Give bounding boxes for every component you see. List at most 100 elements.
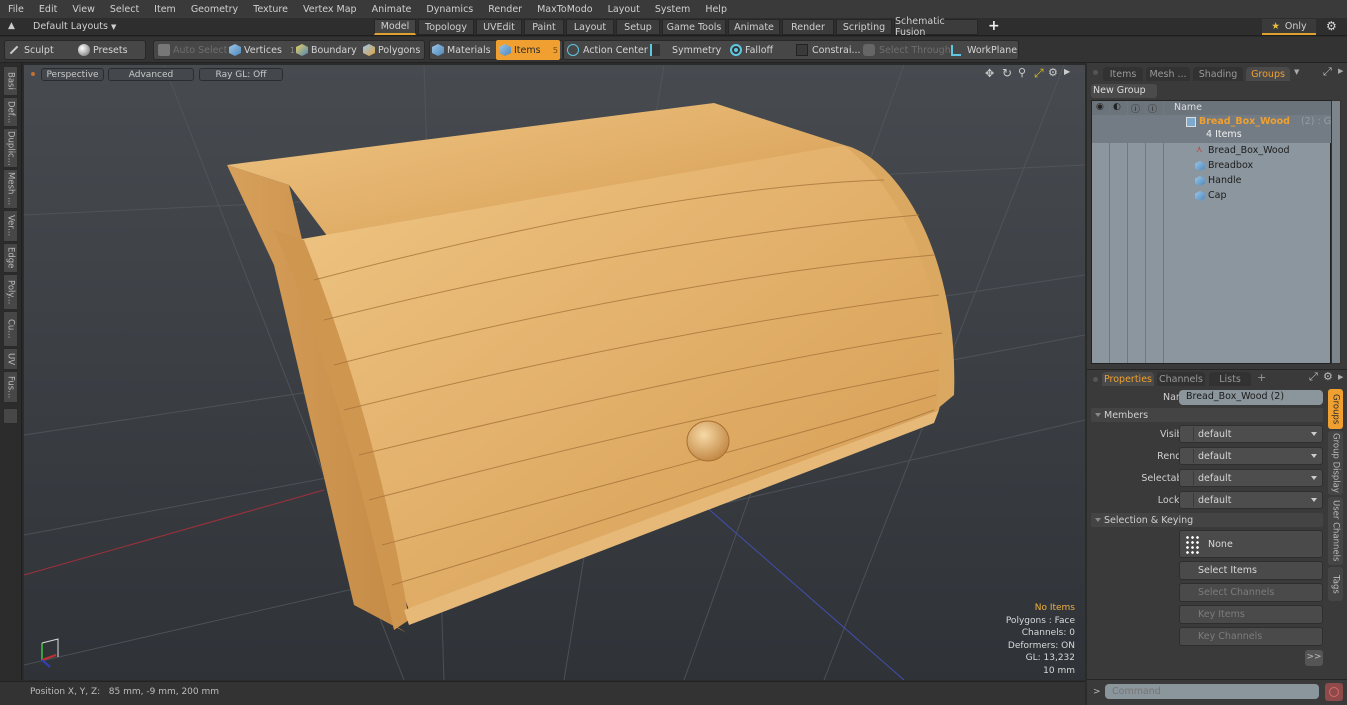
gear-icon[interactable]: ⚙ (1326, 19, 1337, 33)
group-child-row[interactable]: ⋏ Bread_Box_Wood (1092, 144, 1332, 159)
workplane-button[interactable]: WorkPlane (951, 40, 1017, 60)
falloff-button[interactable]: Falloff (730, 40, 773, 60)
select-col-icon[interactable]: ⓘ (1148, 102, 1157, 115)
tab-topology[interactable]: Topology (418, 19, 474, 35)
tab-render[interactable]: Render (782, 19, 834, 35)
key-items-button[interactable]: Key Items (1179, 605, 1323, 624)
tab-animate[interactable]: Animate (728, 19, 780, 35)
tab-curve[interactable]: Cu... (3, 311, 18, 347)
menu-layout[interactable]: Layout (600, 4, 647, 15)
menu-vertex-map[interactable]: Vertex Map (295, 4, 364, 15)
tab-layout[interactable]: Layout (566, 19, 614, 35)
menu-view[interactable]: View (64, 4, 102, 15)
menu-system[interactable]: System (647, 4, 697, 15)
tab-mesh[interactable]: Mesh ... (3, 169, 18, 209)
tab-lists[interactable]: Lists (1209, 372, 1251, 386)
menu-select[interactable]: Select (102, 4, 146, 15)
group-row-selected[interactable]: Bread_Box_Wood (2) : Group 4 Items (1092, 115, 1332, 143)
side-tab-group-display[interactable]: Group Display (1328, 431, 1343, 495)
add-props-tab-button[interactable]: + (1257, 371, 1266, 384)
menu-file[interactable]: File (0, 4, 31, 15)
sculpt-button[interactable]: Sculpt (9, 40, 54, 60)
raygl-button[interactable]: Ray GL: Off (199, 68, 283, 81)
add-layout-tab-button[interactable]: + (988, 18, 1000, 34)
render-col-icon[interactable]: ◐ (1113, 102, 1121, 112)
tab-polygon[interactable]: Poly... (3, 274, 18, 310)
menu-dynamics[interactable]: Dynamics (418, 4, 480, 15)
side-tab-tags[interactable]: Tags (1328, 567, 1343, 601)
menu-edit[interactable]: Edit (31, 4, 64, 15)
more-button[interactable]: >> (1305, 650, 1323, 666)
pan-icon[interactable]: ✥ (985, 67, 994, 80)
menu-animate[interactable]: Animate (364, 4, 419, 15)
expand-props-icon[interactable]: ⤢ (1309, 370, 1318, 384)
select-items-button[interactable]: Select Items (1179, 561, 1323, 580)
tabs-dropdown-icon[interactable]: ▼ (1294, 68, 1299, 76)
tab-properties[interactable]: Properties (1102, 372, 1154, 386)
tab-fusion[interactable]: Fus... (3, 371, 18, 403)
3d-viewport[interactable]: Perspective Advanced Ray GL: Off ✥ ↻ ⚲ ⤢… (24, 65, 1085, 680)
menu-render[interactable]: Render (480, 4, 529, 15)
rotate-icon[interactable]: ↻ (1002, 66, 1012, 80)
visibility-col-icon[interactable]: ◉ (1096, 102, 1104, 112)
materials-button[interactable]: Materials (432, 40, 491, 60)
menu-maxtomodo[interactable]: MaxToModo (529, 4, 600, 15)
shading-mode-button[interactable]: Advanced (108, 68, 194, 81)
tab-uv[interactable]: UV (3, 348, 18, 370)
tab-model[interactable]: Model (374, 19, 416, 35)
keying-section-header[interactable]: Selection & Keying (1091, 513, 1323, 527)
command-input[interactable] (1105, 684, 1319, 699)
tab-setup[interactable]: Setup (616, 19, 660, 35)
tab-channels[interactable]: Channels (1157, 372, 1205, 386)
name-field[interactable]: Bread_Box_Wood (2) (1179, 390, 1323, 405)
panel-menu-dot[interactable] (1093, 70, 1098, 75)
polygons-button[interactable]: Polygons (363, 40, 420, 60)
key-channels-button[interactable]: Key Channels (1179, 627, 1323, 646)
select-through-button[interactable]: Select Through (863, 40, 951, 60)
boundary-button[interactable]: Boundary (296, 40, 357, 60)
side-tab-groups[interactable]: Groups (1328, 389, 1343, 429)
auto-select-button[interactable]: Auto Select (158, 40, 227, 60)
members-section-header[interactable]: Members (1091, 408, 1323, 422)
menu-texture[interactable]: Texture (245, 4, 295, 15)
render-dropdown[interactable]: default (1179, 447, 1323, 465)
presets-button[interactable]: Presets (78, 40, 128, 60)
tab-groups[interactable]: Groups (1246, 67, 1290, 81)
tab-shading[interactable]: Shading (1193, 67, 1243, 81)
props-more-icon[interactable]: ▶ (1338, 373, 1343, 381)
menu-item[interactable]: Item (146, 4, 183, 15)
only-toggle[interactable]: ★ Only (1262, 19, 1316, 35)
panel-more-icon[interactable]: ▶ (1338, 67, 1343, 75)
tab-paint[interactable]: Paint (524, 19, 564, 35)
view-mode-button[interactable]: Perspective (41, 68, 104, 81)
tab-uvedit[interactable]: UVEdit (476, 19, 522, 35)
new-group-button[interactable]: New Group (1091, 84, 1157, 98)
tab-extra[interactable] (3, 408, 18, 424)
action-center-button[interactable]: Action Center (567, 40, 648, 60)
lock-col-icon[interactable]: ⓘ (1131, 102, 1140, 115)
tab-vertex[interactable]: Ver... (3, 210, 18, 242)
tab-duplicate[interactable]: Duplic... (3, 128, 18, 168)
maximize-icon[interactable]: ⤢ (1034, 66, 1044, 81)
tab-game-tools[interactable]: Game Tools (662, 19, 726, 35)
layout-collapse-icon[interactable]: ▲ (8, 21, 15, 31)
tab-edge[interactable]: Edge (3, 243, 18, 273)
group-child-row[interactable]: Breadbox (1092, 159, 1332, 174)
tab-basic[interactable]: Basi (3, 66, 18, 96)
side-tab-user-channels[interactable]: User Channels (1328, 497, 1343, 565)
props-menu-dot[interactable] (1093, 377, 1098, 382)
selection-set-button[interactable]: None (1179, 530, 1323, 558)
expand-panel-icon[interactable]: ⤢ (1323, 65, 1332, 79)
menu-help[interactable]: Help (697, 4, 734, 15)
tab-items[interactable]: Items (1103, 67, 1143, 81)
record-button[interactable] (1325, 683, 1343, 701)
default-layouts-dropdown[interactable]: Default Layouts ▼ (33, 21, 116, 32)
group-list-scrollbar[interactable] (1331, 100, 1341, 364)
group-child-row[interactable]: Cap (1092, 189, 1332, 204)
tab-schematic-fusion[interactable]: Schematic Fusion (894, 16, 978, 38)
tab-mesh-ops[interactable]: Mesh ... (1146, 67, 1190, 81)
zoom-icon[interactable]: ⚲ (1018, 66, 1026, 79)
items-button[interactable]: Items 5 (496, 40, 560, 60)
locked-dropdown[interactable]: default (1179, 491, 1323, 509)
menu-geometry[interactable]: Geometry (183, 4, 245, 15)
